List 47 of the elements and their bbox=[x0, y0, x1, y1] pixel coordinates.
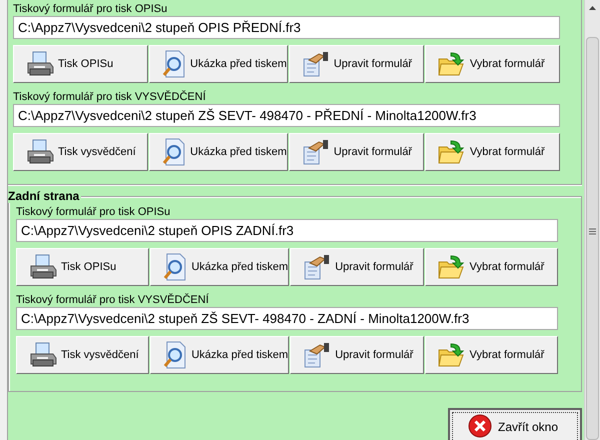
preview-button[interactable]: Ukázka před tiskem bbox=[150, 336, 290, 374]
edit-button[interactable]: Upravit formulář bbox=[288, 45, 424, 83]
path-field[interactable]: C:\Appz7\Vysvedceni\2 stupeň OPIS ZADNÍ.fr3 bbox=[16, 219, 558, 242]
path-field[interactable]: C:\Appz7\Vysvedceni\2 stupeň ZŠ SEVT- 498470 - PŘEDNÍ - Minolta1200W.fr3 bbox=[13, 104, 560, 127]
scrollbar[interactable] bbox=[584, 0, 600, 440]
folder-arrow-icon bbox=[438, 342, 466, 368]
folder-arrow-icon bbox=[438, 51, 466, 77]
open-button[interactable]: Vybrat formulář bbox=[424, 248, 558, 286]
print-button[interactable]: Tisk OPISu bbox=[13, 45, 148, 83]
form-hand-icon bbox=[303, 254, 332, 280]
form-hand-icon bbox=[302, 139, 330, 165]
folder-arrow-icon bbox=[438, 139, 466, 165]
printer-icon bbox=[26, 51, 54, 77]
document-magnifier-icon bbox=[163, 341, 188, 369]
document-magnifier-icon bbox=[163, 253, 188, 281]
scroll-up-icon[interactable] bbox=[589, 6, 596, 10]
printer-icon bbox=[29, 254, 57, 280]
print-button[interactable]: Tisk OPISu bbox=[16, 248, 150, 286]
edit-button[interactable]: Upravit formulář bbox=[290, 336, 424, 374]
edit-button[interactable]: Upravit formulář bbox=[288, 133, 424, 171]
form-hand-icon bbox=[303, 342, 332, 368]
scroll-thumb[interactable] bbox=[586, 37, 599, 440]
group-title: Zadní strana bbox=[8, 189, 82, 203]
path-field[interactable]: C:\Appz7\Vysvedceni\2 stupeň ZŠ SEVT- 498470 - ZADNÍ - Minolta1200W.fr3 bbox=[16, 307, 558, 330]
open-button[interactable]: Vybrat formulář bbox=[424, 45, 560, 83]
document-magnifier-icon bbox=[162, 138, 186, 166]
field-label: Tiskový formulář pro tisk VYSVĚDČENÍ bbox=[13, 91, 207, 103]
edit-button[interactable]: Upravit formulář bbox=[290, 248, 424, 286]
field-label: Tiskový formulář pro tisk OPISu bbox=[16, 206, 172, 218]
document-magnifier-icon bbox=[162, 50, 186, 78]
path-field[interactable]: C:\Appz7\Vysvedceni\2 stupeň OPIS PŘEDNÍ.fr3 bbox=[13, 16, 560, 39]
close-icon bbox=[468, 414, 492, 438]
open-button[interactable]: Vybrat formulář bbox=[424, 133, 560, 171]
open-button[interactable]: Vybrat formulář bbox=[424, 336, 558, 374]
print-button[interactable]: Tisk vysvědčení bbox=[16, 336, 150, 374]
field-label: Tiskový formulář pro tisk OPISu bbox=[13, 3, 168, 15]
folder-arrow-icon bbox=[438, 254, 466, 280]
grip-icon bbox=[589, 228, 596, 235]
field-label: Tiskový formulář pro tisk VYSVĚDČENÍ bbox=[16, 294, 210, 306]
close-button[interactable]: Zavřít okno bbox=[448, 408, 582, 440]
printer-icon bbox=[29, 342, 57, 368]
form-hand-icon bbox=[302, 51, 330, 77]
printer-icon bbox=[26, 139, 54, 165]
print-button[interactable]: Tisk vysvědčení bbox=[13, 133, 148, 171]
preview-button[interactable]: Ukázka před tiskem bbox=[149, 45, 288, 83]
preview-button[interactable]: Ukázka před tiskem bbox=[149, 133, 288, 171]
preview-button[interactable]: Ukázka před tiskem bbox=[150, 248, 290, 286]
